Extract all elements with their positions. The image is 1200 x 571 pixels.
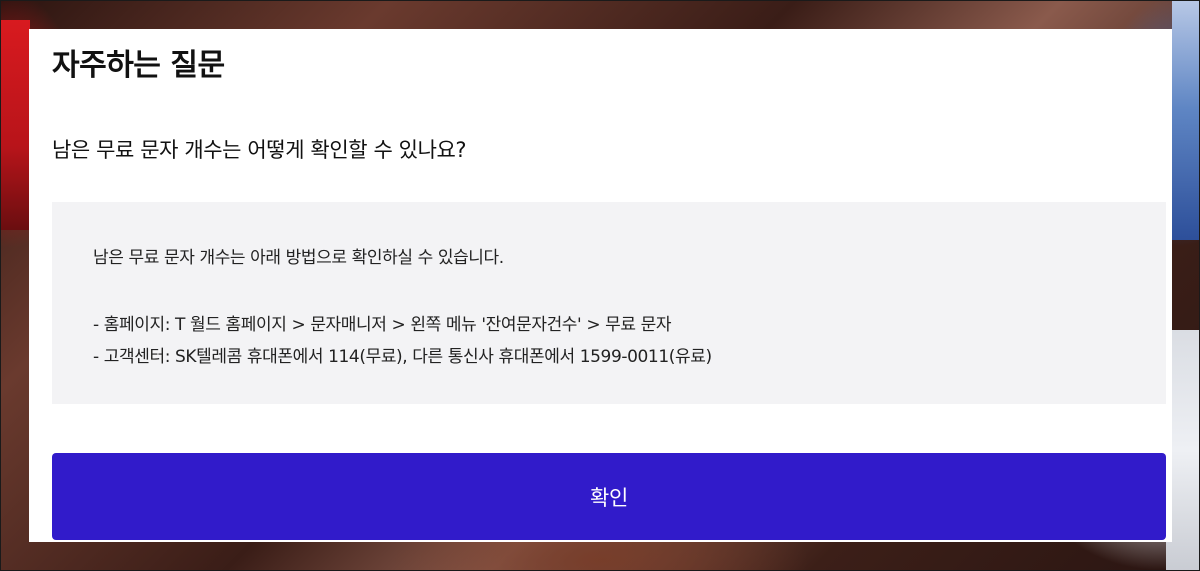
faq-answer-box: 남은 무료 문자 개수는 아래 방법으로 확인하실 수 있습니다. - 홈페이지…	[52, 202, 1166, 404]
answer-spacer	[93, 274, 1126, 309]
answer-customer-center-line: - 고객센터: SK텔레콤 휴대폰에서 114(무료), 다른 통신사 휴대폰에…	[93, 347, 712, 367]
background-blue-object	[1172, 0, 1200, 240]
answer-homepage-line: - 홈페이지: T 월드 홈페이지 > 문자매니저 > 왼쪽 메뉴 '잔여문자건…	[93, 315, 672, 335]
background-red-object	[0, 20, 30, 230]
faq-question: 남은 무료 문자 개수는 어떻게 확인할 수 있나요?	[52, 138, 467, 162]
answer-intro: 남은 무료 문자 개수는 아래 방법으로 확인하실 수 있습니다.	[93, 248, 504, 268]
modal-title: 자주하는 질문	[52, 48, 225, 83]
confirm-button[interactable]: 확인	[52, 453, 1166, 540]
faq-modal: 자주하는 질문 남은 무료 문자 개수는 어떻게 확인할 수 있나요? 남은 무…	[29, 29, 1172, 542]
